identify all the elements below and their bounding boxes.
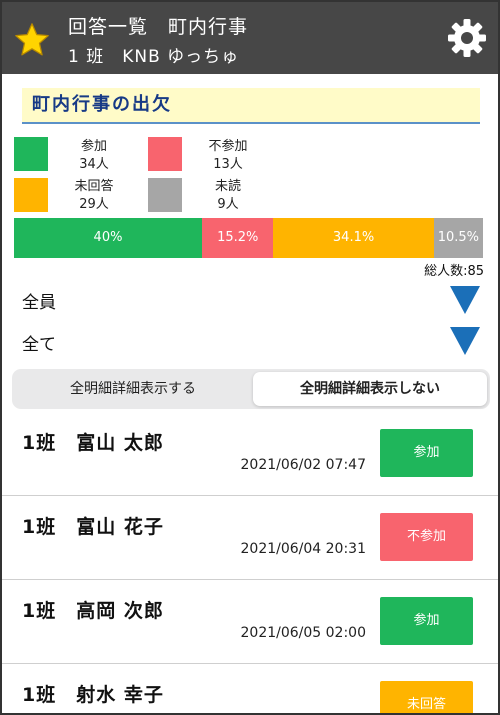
- member-filter-value[interactable]: 全員: [22, 288, 56, 313]
- gear-icon[interactable]: [447, 18, 487, 58]
- legend-unread: 未読 9人: [198, 178, 258, 214]
- member-name: 1班 富山 花子: [22, 516, 164, 538]
- legend-unanswered: 未回答 29人: [64, 178, 124, 214]
- legend-decline-count: 13人: [213, 157, 243, 172]
- legend-swatch-attend: [14, 137, 48, 171]
- bar-segment-unanswered: 34.1%: [273, 218, 434, 258]
- app-frame: 回答一覧 町内行事 1 班 KNB ゆっちゅ 町内行事の出欠 参加 34人 不参…: [0, 0, 500, 715]
- member-name: 1班 射水 幸子: [22, 684, 164, 706]
- member-name: 1班 富山 太郎: [22, 432, 164, 454]
- header-bar: 回答一覧 町内行事 1 班 KNB ゆっちゅ: [2, 2, 498, 74]
- show-all-details-option[interactable]: 全明細詳細表示する: [15, 372, 251, 406]
- legend-attend-label: 参加: [80, 139, 107, 154]
- bar-segment-attend: 40%: [14, 218, 202, 258]
- total-count: 総人数:85: [424, 264, 484, 279]
- star-icon[interactable]: [14, 22, 50, 58]
- response-row[interactable]: 1班 富山 花子 2021/06/04 20:31 不参加: [2, 496, 498, 580]
- legend-unread-label: 未読: [214, 179, 241, 194]
- legend-decline-label: 不参加: [208, 139, 248, 154]
- attendance-bar: 40% 15.2% 34.1% 10.5%: [14, 218, 484, 258]
- response-row[interactable]: 1班 高岡 次郎 2021/06/05 02:00 参加: [2, 580, 498, 664]
- status-badge[interactable]: 不参加: [380, 513, 473, 561]
- response-datetime: 2021/06/02 07:47: [240, 457, 367, 473]
- legend-unanswered-count: 29人: [79, 197, 109, 212]
- legend-attend-count: 34人: [79, 157, 109, 172]
- group-subtitle: 1 班 KNB ゆっちゅ: [68, 47, 240, 67]
- member-name: 1班 高岡 次郎: [22, 600, 164, 622]
- status-badge[interactable]: 未回答: [380, 681, 473, 713]
- legend-attend: 参加 34人: [64, 138, 124, 174]
- response-datetime: 2021/06/05 02:00: [240, 625, 367, 641]
- response-row[interactable]: 1班 射水 幸子 未回答: [2, 664, 498, 713]
- status-badge[interactable]: 参加: [380, 597, 473, 645]
- legend-swatch-decline: [148, 137, 182, 171]
- legend-unanswered-label: 未回答: [74, 179, 114, 194]
- legend-swatch-unanswered: [14, 178, 48, 212]
- legend-swatch-unread: [148, 178, 182, 212]
- status-badge[interactable]: 参加: [380, 429, 473, 477]
- response-row[interactable]: 1班 富山 太郎 2021/06/02 07:47 参加: [2, 412, 498, 496]
- member-filter-dropdown-icon[interactable]: [449, 285, 481, 315]
- hide-all-details-option[interactable]: 全明細詳細表示しない: [253, 372, 487, 406]
- status-filter-value[interactable]: 全て: [22, 330, 56, 355]
- status-filter-dropdown-icon[interactable]: [449, 326, 481, 356]
- response-datetime: 2021/06/04 20:31: [240, 541, 367, 557]
- bar-segment-unread: 10.5%: [433, 218, 484, 258]
- detail-toggle: 全明細詳細表示する 全明細詳細表示しない: [12, 369, 490, 409]
- page-title: 回答一覧 町内行事: [68, 16, 249, 38]
- legend-decline: 不参加 13人: [198, 138, 258, 174]
- bar-segment-decline: 15.2%: [202, 218, 274, 258]
- section-title: 町内行事の出欠: [22, 88, 480, 124]
- legend-unread-count: 9人: [217, 197, 239, 212]
